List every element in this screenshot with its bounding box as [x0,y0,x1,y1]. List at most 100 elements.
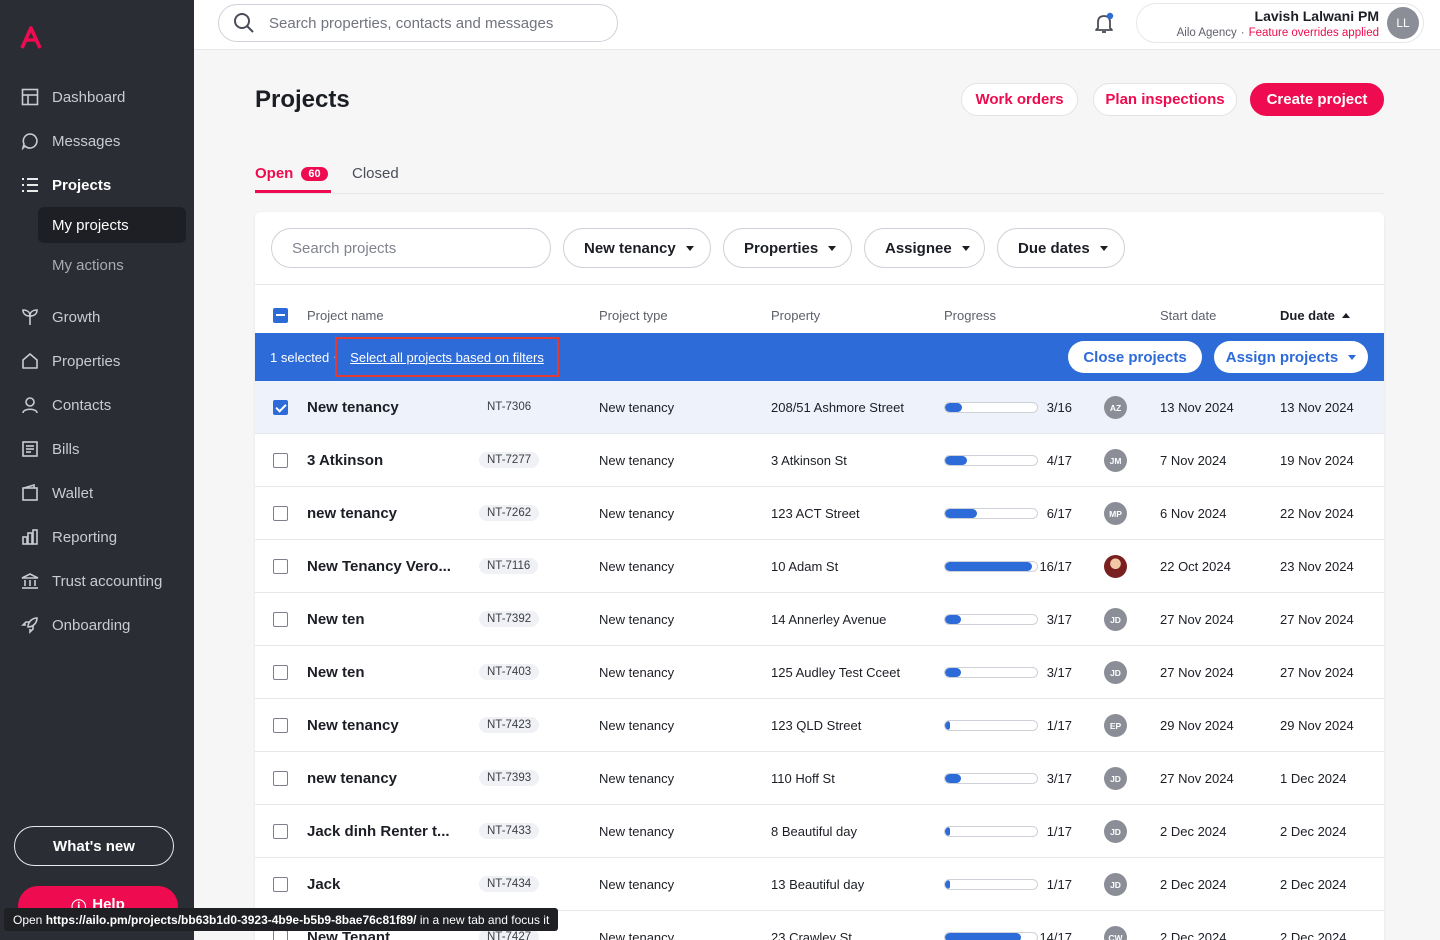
house-icon [20,351,40,371]
row-checkbox[interactable] [273,453,288,468]
project-name[interactable]: new tenancy [307,770,467,787]
project-name[interactable]: Jack dinh Renter t... [307,823,467,840]
sidebar-item-onboarding[interactable]: Onboarding [0,607,194,643]
project-name[interactable]: New ten [307,611,467,628]
project-type: New tenancy [599,453,675,468]
sidebar-item-bills[interactable]: Bills [0,431,194,467]
table-row[interactable]: new tenancy NT-7262 New tenancy 123 ACT Str… [255,487,1384,540]
assignee-avatar: JD [1104,820,1127,843]
project-name[interactable]: New ten [307,664,467,681]
table-row[interactable]: 3 Atkinson NT-7277 New tenancy 3 Atkinson S… [255,434,1384,487]
sidebar-item-messages[interactable]: Messages [0,123,194,159]
progress-fraction: 3/17 [1046,771,1072,786]
progress-bar [944,402,1038,413]
column-header-progress[interactable]: Progress [944,308,996,323]
sidebar-subitem-label: My actions [52,256,124,274]
table-row[interactable]: New tenancy NT-7306 New tenancy 208/51 Ashm… [255,381,1384,434]
progress-bar [944,826,1038,837]
property-address: 10 Adam St [771,559,839,574]
project-code-badge: NT-7433 [479,823,540,839]
column-header-start-date[interactable]: Start date [1160,308,1216,323]
sidebar-item-dashboard[interactable]: Dashboard [0,79,194,115]
global-search-input[interactable] [269,14,589,32]
sidebar-subitem-my-actions[interactable]: My actions [38,247,186,283]
project-type: New tenancy [599,771,675,786]
project-name[interactable]: Jack [307,876,467,893]
plan-inspections-button[interactable]: Plan inspections [1093,83,1237,116]
table-row[interactable]: New ten NT-7403 New tenancy 125 Audley Test… [255,646,1384,699]
table-row[interactable]: New tenancy NT-7423 New tenancy 123 QLD Str… [255,699,1384,752]
table-row[interactable]: New ten NT-7392 New tenancy 14 Annerley Ave… [255,593,1384,646]
select-all-projects-link[interactable]: Select all projects based on filters [350,350,544,365]
table-row[interactable]: Jack dinh Renter t... NT-7433 New tenancy 8… [255,805,1384,858]
tab-closed[interactable]: Closed [352,165,399,182]
sidebar-item-contacts[interactable]: Contacts [0,387,194,423]
rocket-icon [20,615,40,635]
sidebar-item-growth[interactable]: Growth [0,299,194,335]
sidebar-item-properties[interactable]: Properties [0,343,194,379]
filter-due-dates[interactable]: Due dates [997,228,1125,268]
whats-new-button[interactable]: What's new [14,826,174,866]
user-menu[interactable]: Lavish Lalwani PM Ailo Agency · Feature ov… [1136,3,1424,43]
sidebar-item-projects[interactable]: Projects [0,167,194,203]
close-projects-button[interactable]: Close projects [1068,341,1202,373]
sidebar-item-trust-accounting[interactable]: Trust accounting [0,563,194,599]
row-checkbox[interactable] [273,718,288,733]
assignee-avatar: AZ [1104,396,1127,419]
row-checkbox[interactable] [273,824,288,839]
column-header-project-type[interactable]: Project type [599,308,668,323]
sidebar-item-wallet[interactable]: Wallet [0,475,194,511]
project-code-badge: NT-7116 [479,558,539,574]
select-all-checkbox[interactable] [273,308,288,323]
global-search[interactable] [218,4,618,42]
sidebar-item-label: Dashboard [52,88,126,106]
project-name[interactable]: new tenancy [307,505,467,522]
row-checkbox[interactable] [273,665,288,680]
work-orders-button[interactable]: Work orders [961,83,1078,116]
due-date: 27 Nov 2024 [1280,665,1354,680]
project-name[interactable]: 3 Atkinson [307,452,467,469]
row-checkbox[interactable] [273,877,288,892]
select-all-highlight: Select all projects based on filters [335,337,559,377]
property-address: 123 ACT Street [771,506,860,521]
sidebar-subitem-my-projects[interactable]: My projects [38,207,186,243]
filter-new-tenancy[interactable]: New tenancy [563,228,711,268]
selected-count: 1 selected [270,350,330,365]
start-date: 27 Nov 2024 [1160,612,1234,627]
table-row[interactable]: New Tenancy Vero... NT-7116 New tenancy 10 … [255,540,1384,593]
create-project-button[interactable]: Create project [1250,83,1384,116]
tab-open[interactable]: Open 60 [255,165,328,182]
row-checkbox[interactable] [273,612,288,627]
ailo-logo-icon[interactable] [20,26,42,50]
row-checkbox[interactable] [273,930,288,940]
assign-projects-label: Assign projects [1225,348,1339,366]
column-header-project-name[interactable]: Project name [307,308,384,323]
project-search-input[interactable] [271,228,551,268]
property-address: 14 Annerley Avenue [771,612,887,627]
table-row[interactable]: new tenancy NT-7393 New tenancy 110 Hoff St… [255,752,1384,805]
row-checkbox[interactable] [273,771,288,786]
start-date: 22 Oct 2024 [1160,559,1231,574]
assignee-avatar: MP [1104,502,1127,525]
column-header-property[interactable]: Property [771,308,820,323]
assign-projects-button[interactable]: Assign projects [1214,341,1368,373]
filter-properties[interactable]: Properties [723,228,852,268]
row-checkbox[interactable] [273,506,288,521]
caret-down-icon [685,245,694,251]
sidebar-subitem-label: My projects [52,216,129,234]
row-checkbox[interactable] [273,559,288,574]
project-name[interactable]: New tenancy [307,717,467,734]
progress-bar [944,773,1038,784]
due-date: 19 Nov 2024 [1280,453,1354,468]
filter-assignee[interactable]: Assignee [864,228,985,268]
project-name[interactable]: New Tenancy Vero... [307,558,467,575]
column-header-due-date[interactable]: Due date [1280,308,1350,323]
project-code-badge: NT-7392 [479,611,540,627]
table-row[interactable]: Jack NT-7434 New tenancy 13 Beautiful day 1/… [255,858,1384,911]
filter-label: New tenancy [584,239,676,257]
notification-bell-icon[interactable] [1092,11,1116,35]
project-name[interactable]: New tenancy [307,399,467,416]
sidebar-item-reporting[interactable]: Reporting [0,519,194,555]
row-checkbox[interactable] [273,400,288,415]
link-status-bar: Open https://ailo.pm/projects/bb63b1d0-3… [4,908,559,931]
